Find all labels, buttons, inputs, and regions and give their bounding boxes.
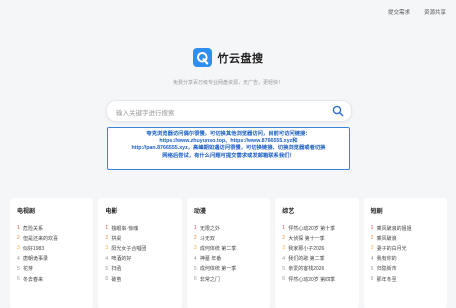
item-title[interactable]: 乘风破浪的姐姐 xyxy=(377,225,412,232)
list-item[interactable]: 4 啤酒的好 xyxy=(105,254,174,264)
item-title[interactable]: 乘风破浪 xyxy=(377,235,397,242)
list-item[interactable]: 3 我家那小子2026 xyxy=(282,243,351,253)
search-input[interactable]: 输入关键字进行搜索 xyxy=(116,107,175,117)
list-item[interactable]: 2 大侦探 第十一季 xyxy=(282,233,351,243)
list-item[interactable]: 4 我们的歌 第二季 xyxy=(282,254,351,264)
list-item[interactable]: 5 亲爱的客栈2026 xyxy=(282,264,351,274)
item-title[interactable]: 啤酒的好 xyxy=(111,255,131,262)
category-movie: 电影 1 独眼枭·惊魂 2 拼桌 3 阳光女子合唱团 4 啤酒的好 5 扫函 6 破茧 xyxy=(98,198,182,308)
item-title[interactable]: 花芽 xyxy=(23,265,33,272)
list-item[interactable]: 3 阳光女子合唱团 xyxy=(105,243,174,253)
notice-line: 网络后尝试，有什么问题可提交需求或发邮箱联系我们！ xyxy=(162,152,295,159)
item-title[interactable]: 冬去春来 xyxy=(23,276,43,283)
item-title[interactable]: 破茧 xyxy=(111,276,121,283)
q-logo-icon[interactable] xyxy=(192,48,212,67)
category-variety: 综艺 1 怦然心动20岁 第十季 2 大侦探 第十一季 3 我家那小子2026 4 我们… xyxy=(275,198,359,308)
item-title[interactable]: 我有你的 xyxy=(377,255,397,262)
list-item[interactable]: 5 归隐街市 xyxy=(371,264,440,274)
list-item[interactable]: 3 似好1983 xyxy=(17,243,86,253)
list-item[interactable]: 1 独眼枭·惊魂 xyxy=(105,223,174,233)
item-title[interactable]: 但是还来的欢喜 xyxy=(23,235,58,242)
item-title[interactable]: 成何体统 第二季 xyxy=(200,245,236,252)
item-title[interactable]: 独眼枭·惊魂 xyxy=(111,225,138,232)
list-item[interactable]: 2 拼桌 xyxy=(105,233,174,243)
item-title[interactable]: 亲爱的客栈2026 xyxy=(288,265,324,272)
list-item[interactable]: 6 那年冬至 xyxy=(371,274,440,284)
list-item[interactable]: 1 危险关系 xyxy=(17,223,86,233)
notice-box: 夸克浏览器访问偶尔很慢，可切换其他浏览器访问，目前可访问链接： https://… xyxy=(107,127,350,170)
list-item[interactable]: 1 无限之外 xyxy=(194,223,263,233)
category-title[interactable]: 综艺 xyxy=(282,206,351,215)
list-item[interactable]: 1 怦然心动20岁 第十季 xyxy=(282,223,351,233)
list-item[interactable]: 4 神墓 年番 xyxy=(194,254,263,264)
list-item[interactable]: 6 怦然心动20岁 第四季 xyxy=(282,274,351,284)
list-item[interactable]: 3 成何体统 第二季 xyxy=(194,243,263,253)
list-item[interactable]: 5 扫函 xyxy=(105,264,174,274)
search-box[interactable]: 输入关键字进行搜索 xyxy=(106,100,352,122)
brand-name: 竹云盘搜 xyxy=(217,52,264,65)
list-item[interactable]: 1 乘风破浪的姐姐 xyxy=(371,223,440,233)
item-title[interactable]: 大侦探 第十一季 xyxy=(288,235,324,242)
list-item[interactable]: 6 冬去春来 xyxy=(17,274,86,284)
item-title[interactable]: 神墓 年番 xyxy=(200,255,221,262)
list-item[interactable]: 2 乘风破浪 xyxy=(371,233,440,243)
item-title[interactable]: 妻子的白月光 xyxy=(377,245,407,252)
item-title[interactable]: 归隐街市 xyxy=(377,265,397,272)
list-item[interactable]: 3 妻子的白月光 xyxy=(371,243,440,253)
item-title[interactable]: 怦然心动20岁 第四季 xyxy=(288,276,335,283)
submit-request-link[interactable]: 提交需求 xyxy=(388,8,410,16)
list-item[interactable]: 5 成何体统 第一季 xyxy=(194,264,263,274)
list-item[interactable]: 4 唐朝诡事录 xyxy=(17,254,86,264)
top-links: 提交需求 资源共享 xyxy=(388,8,446,16)
list-item[interactable]: 6 非常之门 xyxy=(194,274,263,284)
category-tv: 电视剧 1 危险关系 2 但是还来的欢喜 3 似好1983 4 唐朝诡事录 5 花芽 6冬… xyxy=(10,198,94,308)
item-title[interactable]: 阳光女子合唱团 xyxy=(111,245,146,252)
category-title[interactable]: 动漫 xyxy=(194,206,263,215)
category-title[interactable]: 电影 xyxy=(105,206,174,215)
category-title[interactable]: 电视剧 xyxy=(17,206,86,215)
item-title[interactable]: 似好1983 xyxy=(23,245,44,252)
item-title[interactable]: 拼桌 xyxy=(111,235,121,242)
brand-header: 竹云盘搜 xyxy=(0,48,456,67)
notice-line[interactable]: http://pan.8766555.xyz，高峰期如遇访问很慢，可切换链接、切… xyxy=(112,145,345,152)
item-title[interactable]: 成何体统 第一季 xyxy=(200,265,236,272)
item-title[interactable]: 非常之门 xyxy=(200,276,220,283)
search-icon[interactable] xyxy=(332,105,344,117)
category-short-drama: 短剧 1 乘风破浪的姐姐 2 乘风破浪 3 妻子的白月光 4 我有你的 5 归隐街市 6那… xyxy=(363,198,448,308)
resource-share-link[interactable]: 资源共享 xyxy=(424,8,446,16)
item-title[interactable]: 我们的歌 第二季 xyxy=(288,255,324,262)
item-title[interactable]: 扫函 xyxy=(111,265,121,272)
item-title[interactable]: 我家那小子2026 xyxy=(288,245,324,252)
list-item[interactable]: 2 但是还来的欢喜 xyxy=(17,233,86,243)
brand-tagline: 免费分享百万级专业网盘资源，无广告，更轻快！ xyxy=(172,80,283,86)
category-anime: 动漫 1 无限之外 2 斗无双 3 成何体统 第二季 4 神墓 年番 5 成何体统 第一季… xyxy=(186,198,271,308)
item-title[interactable]: 无限之外 xyxy=(200,225,220,232)
list-item[interactable]: 6 破茧 xyxy=(105,274,174,284)
category-panels: 电视剧 1 危险关系 2 但是还来的欢喜 3 似好1983 4 唐朝诡事录 5 花芽 6冬… xyxy=(10,198,448,308)
category-title[interactable]: 短剧 xyxy=(371,206,440,215)
item-title[interactable]: 那年冬至 xyxy=(377,276,397,283)
item-title[interactable]: 怦然心动20岁 第十季 xyxy=(288,225,335,232)
item-title[interactable]: 斗无双 xyxy=(200,235,215,242)
list-item[interactable]: 4 我有你的 xyxy=(371,254,440,264)
list-item[interactable]: 5 花芽 xyxy=(17,264,86,274)
list-item[interactable]: 2 斗无双 xyxy=(194,233,263,243)
item-title[interactable]: 唐朝诡事录 xyxy=(23,255,48,262)
item-title[interactable]: 危险关系 xyxy=(23,225,43,232)
